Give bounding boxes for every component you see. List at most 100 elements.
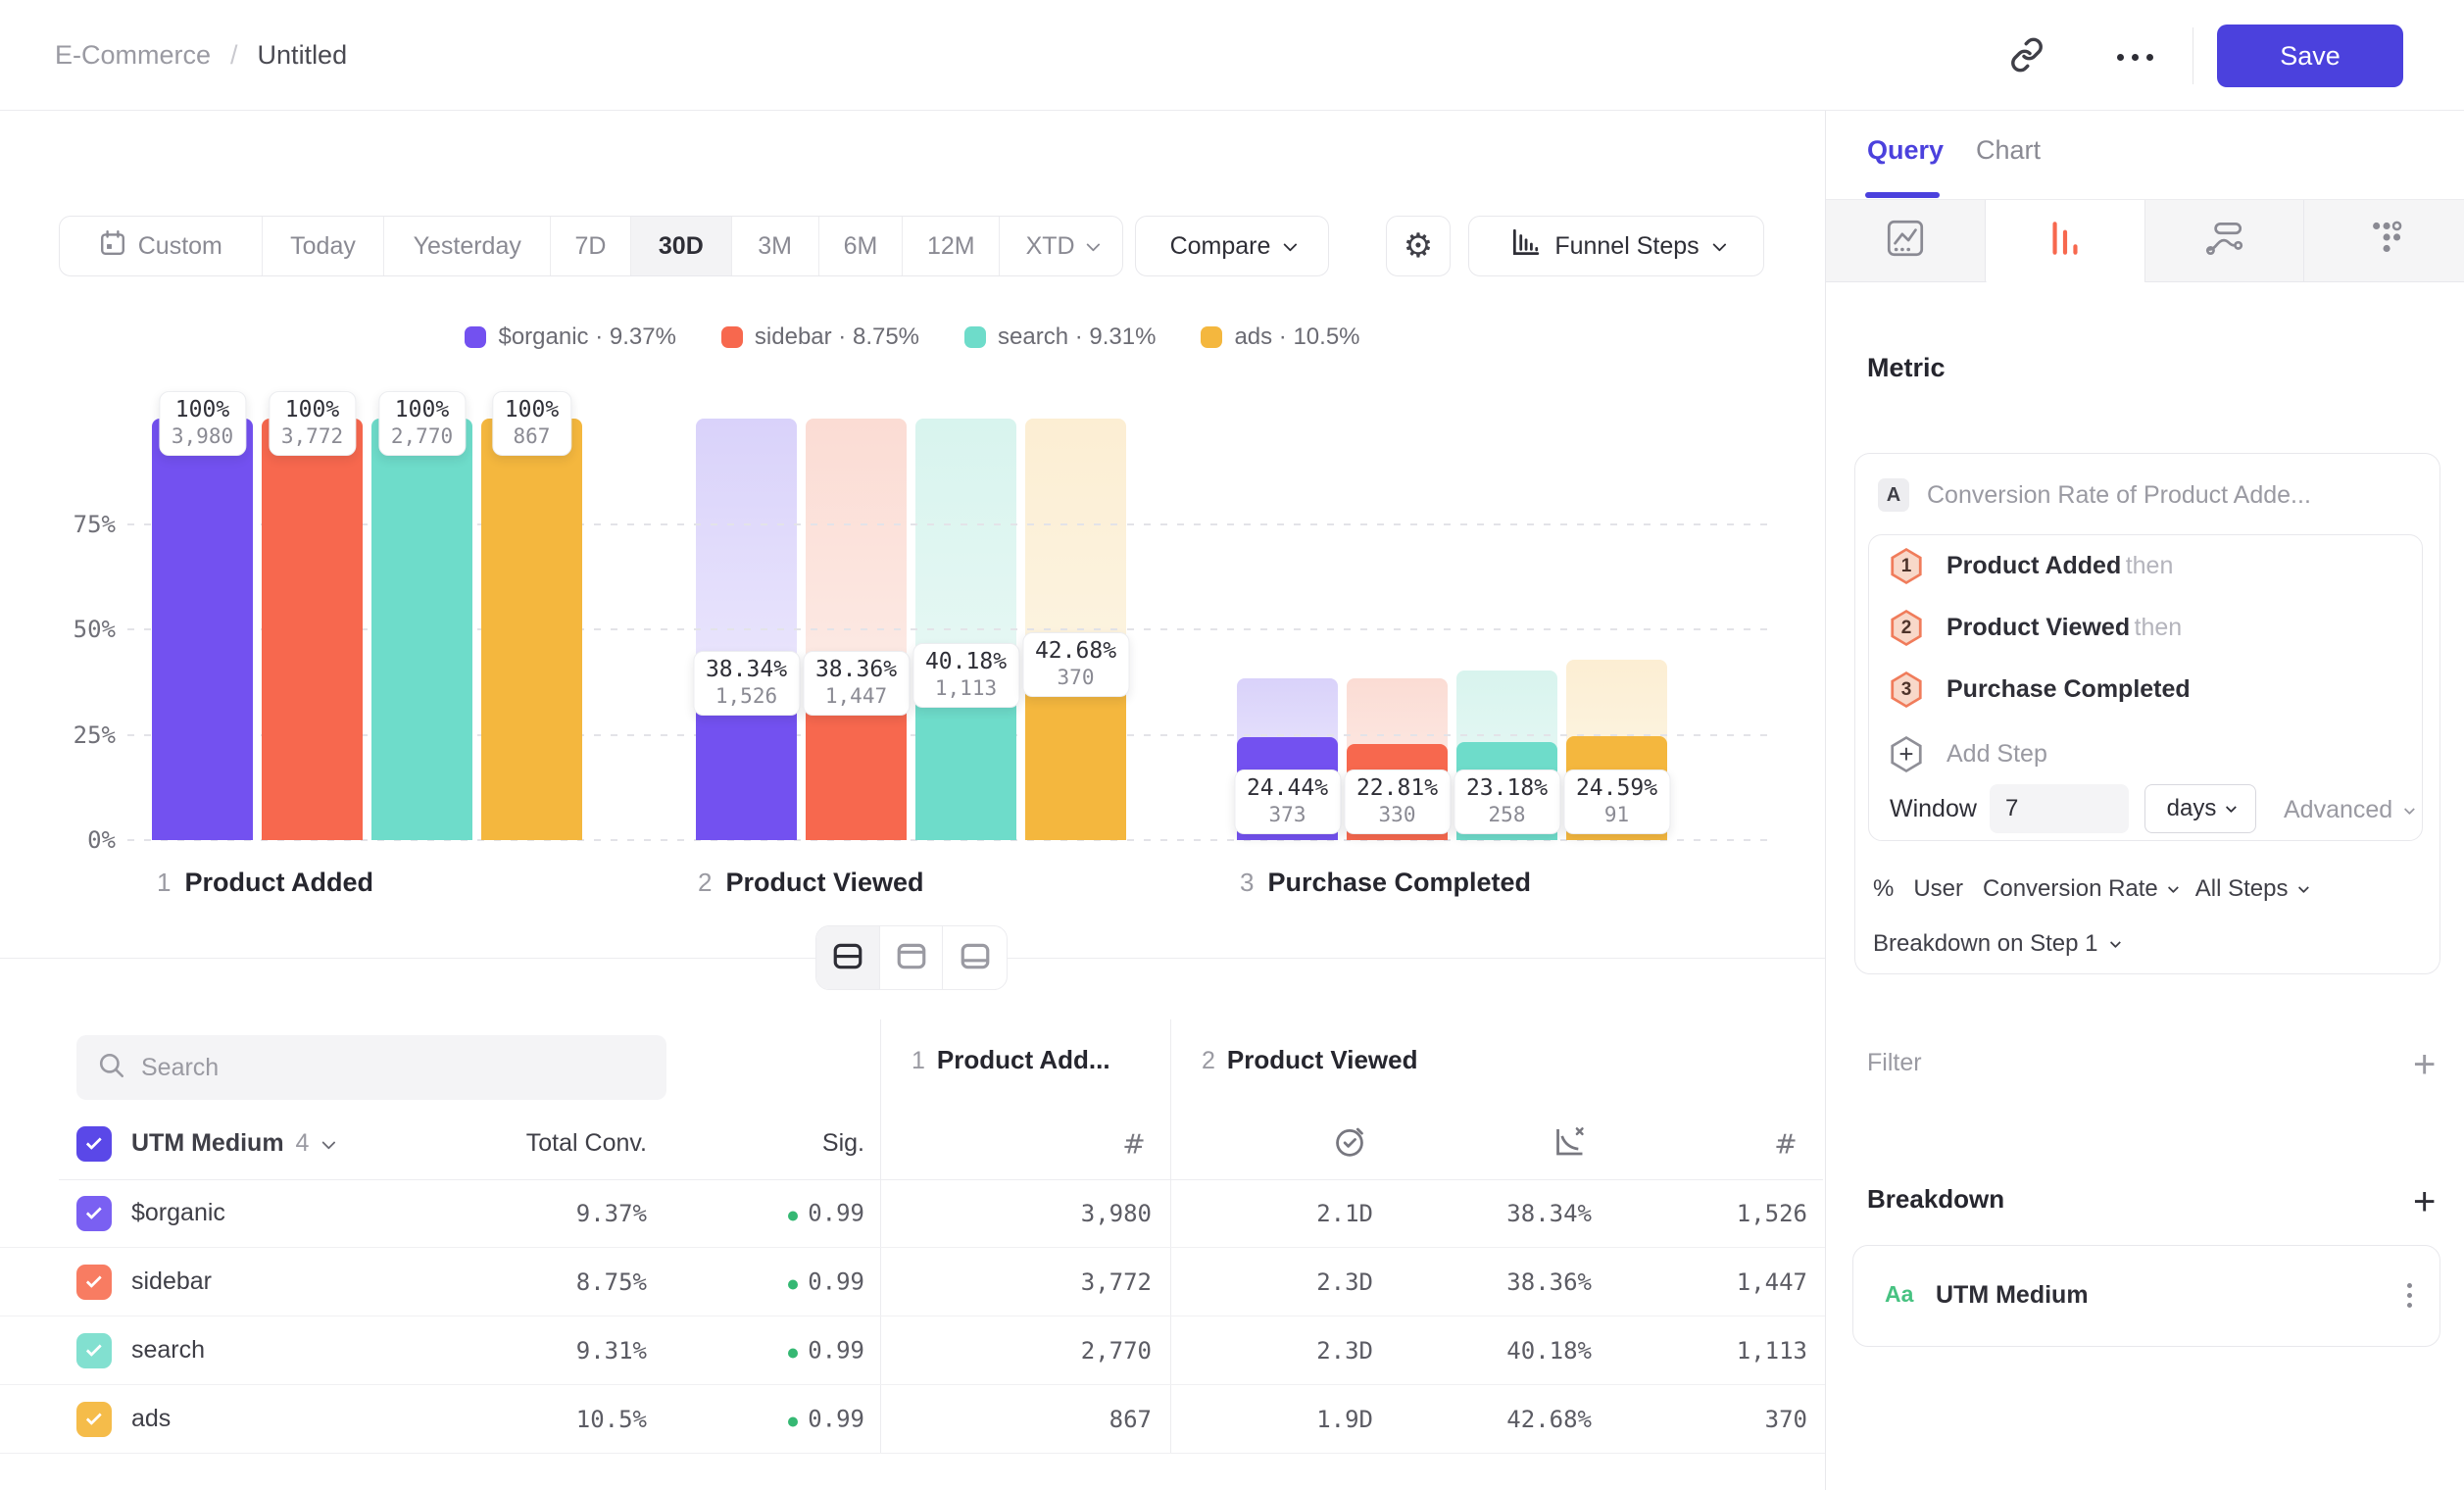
range-tab-yesterday[interactable]: Yesterday <box>384 217 551 275</box>
breadcrumb: E-Commerce / Untitled <box>55 0 347 111</box>
legend-item[interactable]: sidebar · 8.75% <box>721 323 919 351</box>
steps-scope-select[interactable]: All Steps <box>2195 875 2306 903</box>
range-tab-3m[interactable]: 3M <box>732 217 819 275</box>
add-filter-button[interactable]: + <box>2413 1045 2436 1084</box>
row-step1-count: 3,772 <box>956 1268 1152 1296</box>
add-step-hex-icon: + <box>1890 736 1923 772</box>
row-checkbox[interactable] <box>76 1265 112 1300</box>
range-tab-30d[interactable]: 30D <box>631 217 732 275</box>
total-conv-column-header[interactable]: Total Conv. <box>431 1129 647 1158</box>
percent-label: % <box>1873 875 1894 903</box>
add-breakdown-button[interactable]: + <box>2413 1182 2436 1221</box>
gear-icon: ⚙ <box>1404 229 1433 263</box>
share-link-button[interactable] <box>2005 35 2048 78</box>
tab-chart[interactable]: Chart <box>1976 135 2041 166</box>
time-to-convert-icon[interactable] <box>1332 1124 1367 1165</box>
range-tab-xtd[interactable]: XTD <box>1000 217 1122 275</box>
table-row[interactable]: ads10.5%0.998671.9D42.68%370 <box>0 1385 1825 1454</box>
row-name: search <box>131 1336 205 1365</box>
top-bar: E-Commerce / Untitled Save <box>0 0 2464 111</box>
funnel-step-item[interactable]: 2Product Viewed then <box>1890 610 2182 646</box>
row-name: sidebar <box>131 1267 212 1296</box>
chart-type-flow-button[interactable] <box>2145 200 2305 281</box>
row-significance: 0.99 <box>688 1267 864 1296</box>
metric-type-select[interactable]: Conversion Rate <box>1983 875 2176 903</box>
chart-settings-button[interactable]: ⚙ <box>1386 216 1451 276</box>
row-checkbox[interactable] <box>76 1402 112 1437</box>
funnel-bar[interactable] <box>152 419 253 840</box>
legend-item[interactable]: $organic · 9.37% <box>465 323 675 351</box>
sig-column-header[interactable]: Sig. <box>717 1129 864 1158</box>
metric-badge: A <box>1878 478 1909 512</box>
layout-table-only-button[interactable] <box>943 926 1007 989</box>
funnel-step-item[interactable]: 3Purchase Completed <box>1890 671 2191 708</box>
chevron-down-icon <box>2226 802 2237 813</box>
breadcrumb-separator: / <box>230 40 238 71</box>
bar-value-label: 22.81%330 <box>1344 770 1451 834</box>
legend-swatch <box>721 326 743 348</box>
range-tab-custom[interactable]: Custom <box>60 217 263 275</box>
row-conversion-rate: 40.18% <box>1425 1337 1592 1365</box>
table-row[interactable]: search9.31%0.992,7702.3D40.18%1,113 <box>0 1316 1825 1385</box>
layout-chart-only-button[interactable] <box>880 926 944 989</box>
row-total-conv: 9.31% <box>431 1337 647 1365</box>
user-label[interactable]: User <box>1913 875 1963 903</box>
conversion-chart-icon[interactable] <box>1552 1124 1588 1165</box>
count2-column-icon[interactable]: # <box>1774 1128 1797 1161</box>
property-type-badge: Aa <box>1885 1281 1913 1308</box>
range-tab-today[interactable]: Today <box>263 217 385 275</box>
row-name: $organic <box>131 1199 225 1227</box>
breakdown-property-card[interactable]: Aa UTM Medium <box>1852 1245 2440 1347</box>
chart-type-line-button[interactable] <box>1826 200 1986 281</box>
row-checkbox[interactable] <box>76 1196 112 1231</box>
table-search <box>76 1035 666 1100</box>
search-input[interactable] <box>141 1054 645 1082</box>
row-time-to-convert: 2.1D <box>1226 1200 1373 1227</box>
tab-query[interactable]: Query <box>1867 135 1944 166</box>
table-row[interactable]: $organic9.37%0.993,9802.1D38.34%1,526 <box>0 1179 1825 1248</box>
save-button[interactable]: Save <box>2217 25 2403 87</box>
row-step2-count: 370 <box>1660 1406 1807 1433</box>
count-column-icon[interactable]: # <box>1122 1128 1145 1161</box>
significance-dot <box>788 1279 798 1289</box>
row-step2-count: 1,526 <box>1660 1200 1807 1227</box>
metric-row[interactable]: A Conversion Rate of Product Adde... <box>1878 478 2311 512</box>
range-tab-7d[interactable]: 7D <box>551 217 631 275</box>
add-step-row[interactable]: + Add Step <box>1890 736 2047 772</box>
bar-value-label: 23.18%258 <box>1454 770 1560 834</box>
panel-divider <box>1825 111 1826 1490</box>
breakdown-property-name: UTM Medium <box>1936 1281 2089 1310</box>
more-options-button[interactable] <box>2103 39 2166 74</box>
bottom-panel-icon <box>959 939 992 977</box>
breakdown-on-step-select[interactable]: Breakdown on Step 1 <box>1873 930 2118 958</box>
select-all-checkbox[interactable] <box>76 1126 112 1162</box>
window-value-input[interactable] <box>1990 784 2129 833</box>
group-column-header[interactable]: UTM Medium 4 <box>131 1129 332 1158</box>
funnel-step-item[interactable]: 1Product Added then <box>1890 548 2173 584</box>
chart-type-funnel-button[interactable] <box>1986 200 2145 282</box>
legend-item[interactable]: search · 9.31% <box>964 323 1156 351</box>
legend-item[interactable]: ads · 10.5% <box>1201 323 1359 351</box>
advanced-toggle[interactable]: Advanced <box>2284 796 2412 824</box>
row-significance: 0.99 <box>688 1336 864 1365</box>
date-range-tabs: Custom Today Yesterday 7D 30D 3M 6M 12M … <box>59 216 1123 276</box>
funnel-bar[interactable] <box>371 419 472 840</box>
funnel-bar[interactable] <box>481 419 582 840</box>
funnel-bar[interactable] <box>262 419 363 840</box>
breadcrumb-page-title[interactable]: Untitled <box>258 40 348 71</box>
window-unit-select[interactable]: days <box>2144 784 2256 833</box>
row-checkbox[interactable] <box>76 1333 112 1368</box>
chart-type-dots-button[interactable] <box>2304 200 2464 281</box>
significance-dot <box>788 1348 798 1358</box>
range-tab-6m[interactable]: 6M <box>819 217 904 275</box>
breadcrumb-project[interactable]: E-Commerce <box>55 40 211 71</box>
window-label: Window <box>1890 795 1977 823</box>
range-tab-12m[interactable]: 12M <box>903 217 1000 275</box>
kebab-menu-icon[interactable] <box>2407 1283 2412 1308</box>
chart-type-picker-button[interactable]: Funnel Steps <box>1468 216 1764 276</box>
y-axis-tick: 50% <box>57 616 116 643</box>
layout-split-button[interactable] <box>816 926 880 989</box>
compare-button[interactable]: Compare <box>1135 216 1329 276</box>
table-row[interactable]: sidebar8.75%0.993,7722.3D38.36%1,447 <box>0 1248 1825 1316</box>
row-time-to-convert: 1.9D <box>1226 1406 1373 1433</box>
